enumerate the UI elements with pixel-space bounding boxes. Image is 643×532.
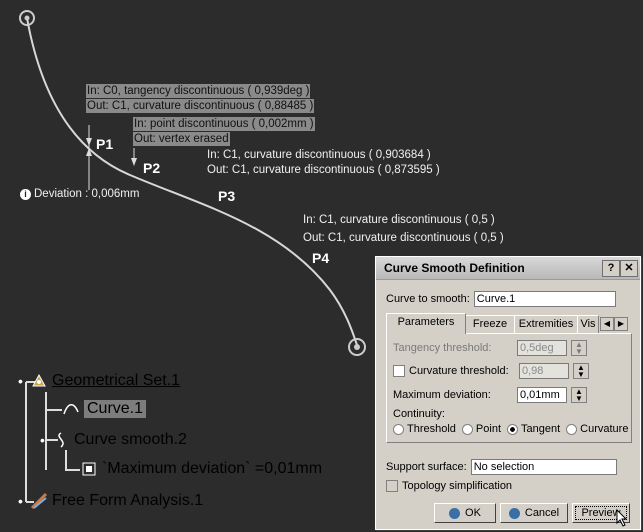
dialog-tabs: Parameters Freeze Extremities Vis ◀ ▶ [386,313,632,334]
max-deviation-spinner-icon[interactable]: ▲ ▼ [571,387,587,403]
radio-point-label: Point [475,423,501,435]
tree-collapse-icon[interactable]: • [18,373,30,389]
p4-label: P4 [312,250,330,266]
curve-smooth-icon [58,432,64,448]
deviation-readout: i Deviation : 0,006mm [20,188,139,200]
tab-extremities[interactable]: Extremities [514,315,578,333]
cancel-button[interactable]: Cancel [500,503,568,523]
radio-point[interactable] [461,423,473,435]
topology-simplification-label: Topology simplification [402,480,513,492]
support-surface-field[interactable]: No selection [470,459,617,475]
p1-in-text: In: C0, tangency discontinuous ( 0,939de… [86,84,311,98]
radio-curvature-label: Curvature [580,423,629,435]
close-button[interactable]: ✕ [620,260,638,277]
dialog-title-bar[interactable]: Curve Smooth Definition [376,257,640,280]
cancel-icon [508,507,520,519]
tangency-threshold-label: Tangency threshold: [393,342,492,354]
curve-icon [63,404,79,415]
info-icon: i [20,189,31,200]
dialog-title: Curve Smooth Definition [384,261,525,275]
radio-threshold-label: Threshold [407,423,456,435]
curve-to-smooth-field[interactable]: Curve.1 [473,291,616,307]
tab-visualization[interactable]: Vis [577,315,599,333]
tree-node-max-deviation[interactable]: `Maximum deviation` =0,01mm [80,460,322,478]
3d-viewport[interactable]: In: C0, tangency discontinuous ( 0,939de… [0,0,643,532]
p1-label: P1 [96,136,114,152]
curvature-threshold-field[interactable]: 0,98 [519,363,569,379]
tangency-spinner-icon[interactable]: ▲ ▼ [571,340,587,356]
tree-node-analysis[interactable]: • Free Form Analysis.1 [18,492,203,510]
ok-icon [449,507,461,519]
tab-freeze[interactable]: Freeze [465,315,515,333]
tree-label-max-deviation[interactable]: `Maximum deviation` =0,01mm [102,460,322,478]
curvature-threshold-label: Curvature threshold: [409,365,509,377]
tree-label-analysis[interactable]: Free Form Analysis.1 [52,492,203,510]
deviation-text: Deviation : 0,006mm [34,188,140,200]
curvature-threshold-checkbox[interactable] [393,365,405,377]
p1-out-text: Out: C1, curvature discontinuous ( 0,884… [86,99,315,113]
tab-parameters[interactable]: Parameters [386,313,466,334]
cancel-label: Cancel [524,507,560,519]
p4-out-text: Out: C1, curvature discontinuous ( 0,5 ) [303,232,504,244]
p3-label: P3 [218,188,236,204]
parameters-panel: Tangency threshold: 0,5deg ▲ ▼ Curvature … [386,333,632,443]
support-surface-label: Support surface: [386,461,467,473]
topology-simplification-checkbox[interactable] [386,480,398,492]
ok-button[interactable]: OK [434,503,496,523]
end-point-marker[interactable] [348,338,366,356]
smoothed-curve[interactable] [26,17,358,346]
analysis-icon [30,492,48,510]
continuity-radio-group: Threshold Point Tangent Curvature [393,423,628,435]
p2-arrow [131,158,137,166]
tree-expand-icon[interactable]: • [40,432,52,448]
p2-label: P2 [143,160,161,176]
help-button[interactable]: ? [602,260,620,277]
tab-scroll-right-icon[interactable]: ▶ [614,317,628,331]
curve-smooth-dialog: Curve Smooth Definition ? ✕ Curve to smo… [375,256,641,530]
radio-tangent-label: Tangent [521,423,561,435]
tree-label-curve[interactable]: Curve.1 [84,400,147,418]
curve-to-smooth-label: Curve to smooth: [386,293,470,305]
tree-node-curve-smooth[interactable]: • Curve smooth.2 [40,431,187,449]
tree-node-curve[interactable]: Curve.1 [62,400,147,418]
geometrical-set-icon [32,373,46,387]
tree-label-geometrical-set[interactable]: Geometrical Set.1 [52,372,180,390]
tangency-threshold-field[interactable]: 0,5deg [517,340,567,356]
radio-curvature[interactable] [566,423,578,435]
p3-out-text: Out: C1, curvature discontinuous ( 0,873… [207,164,440,176]
p2-in-text: In: point discontinuous ( 0,002mm ) [133,117,315,131]
tree-expand-icon[interactable]: • [18,493,30,509]
tree-label-curve-smooth[interactable]: Curve smooth.2 [74,431,187,449]
ok-label: OK [465,507,481,519]
curvature-spinner-icon[interactable]: ▲ ▼ [573,363,589,379]
tab-scroll-left-icon[interactable]: ◀ [600,317,614,331]
mouse-cursor-icon [616,509,628,527]
continuity-label: Continuity: [393,408,445,420]
max-deviation-label: Maximum deviation: [393,389,491,401]
radio-tangent[interactable] [507,423,518,435]
p2-out-text: Out: vertex erased [133,132,230,146]
radio-threshold[interactable] [393,423,404,435]
max-deviation-field[interactable]: 0,01mm [517,387,567,403]
parameter-icon [82,462,96,476]
p3-in-text: In: C1, curvature discontinuous ( 0,9036… [207,149,431,161]
p4-in-text: In: C1, curvature discontinuous ( 0,5 ) [303,214,495,226]
tree-node-geometrical-set[interactable]: • Geometrical Set.1 [18,372,180,390]
